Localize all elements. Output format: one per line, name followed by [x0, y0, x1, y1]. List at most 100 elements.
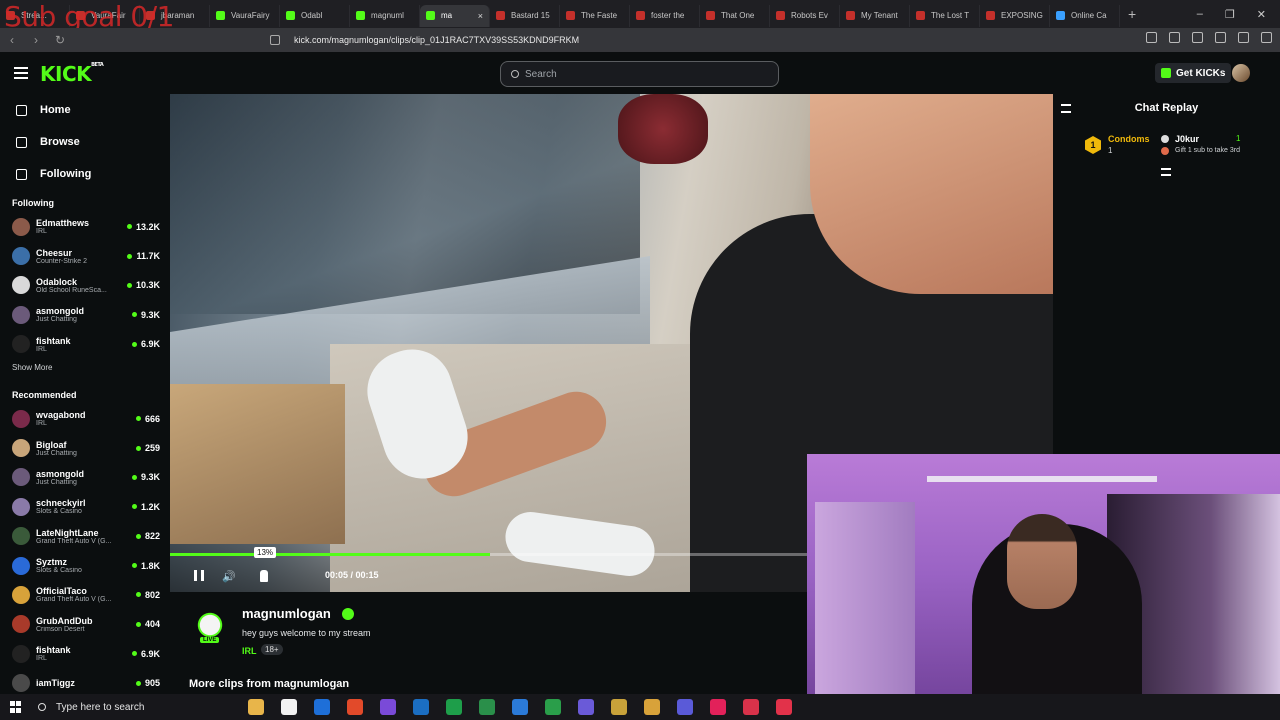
- taskbar-app-icon[interactable]: [644, 699, 660, 715]
- channel-name[interactable]: magnumlogan: [242, 606, 331, 621]
- browser-tab[interactable]: magnuml: [350, 4, 420, 27]
- taskbar-app-icon[interactable]: [314, 699, 330, 715]
- channel-text: schneckyirl Slots & Casino: [36, 498, 132, 515]
- browser-tab[interactable]: EXPOSING: [980, 4, 1050, 27]
- sidebar-channel-fishtank[interactable]: fishtank IRL 6.9K: [0, 639, 170, 668]
- sidebar-channel-asmongold[interactable]: asmongold Just Chatting 9.3K: [0, 300, 170, 329]
- taskbar-app-icon[interactable]: [545, 699, 561, 715]
- taskbar-app-icon[interactable]: [281, 699, 297, 715]
- back-icon[interactable]: ‹: [0, 33, 24, 47]
- sidebar-channel-schneckyirl[interactable]: schneckyirl Slots & Casino 1.2K: [0, 492, 170, 521]
- taskbar-apps: [248, 699, 792, 715]
- maximize-icon[interactable]: ❐: [1225, 8, 1235, 21]
- sidebar-channel-bigloaf[interactable]: Bigloaf Just Chatting 259: [0, 433, 170, 462]
- history-icon[interactable]: [1192, 32, 1203, 43]
- volume-icon[interactable]: 🔊: [222, 570, 236, 583]
- taskbar-app-icon[interactable]: [710, 699, 726, 715]
- hamburger-menu-icon[interactable]: [14, 67, 28, 82]
- sidebar-nav: Home Browse Following: [0, 94, 170, 190]
- taskbar-app-icon[interactable]: [479, 699, 495, 715]
- windows-start-icon[interactable]: [10, 701, 22, 713]
- pinned-user[interactable]: J0kur: [1175, 134, 1199, 144]
- search-input[interactable]: Search: [500, 61, 779, 87]
- get-kicks-button[interactable]: Get KICKs: [1155, 63, 1232, 83]
- forward-icon[interactable]: ›: [24, 33, 48, 47]
- kick-logo[interactable]: KICKBETA: [40, 62, 104, 86]
- extension-icon[interactable]: [1146, 32, 1157, 43]
- browser-tab[interactable]: The Faste: [560, 4, 630, 27]
- close-tab-icon[interactable]: ×: [478, 11, 483, 21]
- volume-slider-handle[interactable]: [260, 570, 268, 582]
- sidebar-nav-following[interactable]: Following: [0, 158, 170, 190]
- gifter-name[interactable]: Condoms: [1108, 134, 1150, 144]
- channel-info: LIVE magnumlogan hey guys welcome to my …: [170, 600, 807, 694]
- browser-tab[interactable]: Odabl: [280, 4, 350, 27]
- new-tab-icon[interactable]: +: [1128, 6, 1136, 22]
- sidebar-channel-wvagabond[interactable]: wvagabond IRL 666: [0, 404, 170, 433]
- browser-tab[interactable]: The Lost T: [910, 4, 980, 27]
- live-dot-icon: [131, 563, 137, 569]
- taskbar-app-icon[interactable]: [611, 699, 627, 715]
- tab-label: EXPOSING: [1001, 11, 1043, 20]
- taskbar-app-icon[interactable]: [248, 699, 264, 715]
- browser-tab[interactable]: My Tenant: [840, 4, 910, 27]
- browser-tab[interactable]: ma ×: [420, 4, 490, 27]
- sidebar-channel-cheesur[interactable]: Cheesur Counter-Strike 2 11.7K: [0, 241, 170, 270]
- taskbar-app-icon[interactable]: [446, 699, 462, 715]
- taskbar-search-input[interactable]: Type here to search: [38, 697, 228, 717]
- browser-tab[interactable]: Bastard 15: [490, 4, 560, 27]
- taskbar-app-icon[interactable]: [677, 699, 693, 715]
- browser-tab[interactable]: That One: [700, 4, 770, 27]
- taskbar-app-icon[interactable]: [743, 699, 759, 715]
- rank-badge: 1: [1085, 136, 1101, 154]
- taskbar-app-icon[interactable]: [413, 699, 429, 715]
- minimize-icon[interactable]: –: [1197, 8, 1203, 21]
- taskbar-app-icon[interactable]: [380, 699, 396, 715]
- taskbar-app-icon[interactable]: [347, 699, 363, 715]
- download-icon[interactable]: [1169, 32, 1180, 43]
- taskbar-app-icon[interactable]: [776, 699, 792, 715]
- browser-tab-strip: Strea... VauraFair jbaraman VauraFairy Odabl…: [0, 0, 1280, 28]
- sidebar-channel-officialtaco[interactable]: OfficialTaco Grand Theft Auto V (G... 802: [0, 580, 170, 609]
- show-more-link[interactable]: Show More: [0, 359, 170, 382]
- sidebar-channel-asmongold[interactable]: asmongold Just Chatting 9.3K: [0, 463, 170, 492]
- sidebar-icon[interactable]: [1215, 32, 1226, 43]
- sidebar-channel-iamtiggz[interactable]: iamTiggz 905: [0, 668, 170, 694]
- sidebar-channel-syztmz[interactable]: Syztmz Slots & Casino 1.8K: [0, 551, 170, 580]
- reload-icon[interactable]: ↻: [48, 33, 72, 47]
- category-link[interactable]: IRL: [242, 646, 257, 656]
- live-dot-icon: [131, 312, 137, 318]
- sidebar-nav-browse[interactable]: Browse: [0, 126, 170, 158]
- viewer-count-text: 905: [144, 678, 160, 689]
- close-window-icon[interactable]: ✕: [1257, 8, 1266, 21]
- taskbar-app-icon[interactable]: [578, 699, 594, 715]
- sidebar-channel-edmatthews[interactable]: Edmatthews IRL 13.2K: [0, 212, 170, 241]
- avatar: [12, 556, 30, 575]
- channel-name: GrubAndDub: [36, 615, 93, 626]
- browser-toolbar-icons: [1146, 32, 1272, 43]
- pause-icon[interactable]: [194, 570, 204, 581]
- tab-favicon-icon: [356, 11, 365, 20]
- taskbar-app-icon[interactable]: [512, 699, 528, 715]
- sidebar-channel-odablock[interactable]: Odablock Old School RuneSca... 10.3K: [0, 271, 170, 300]
- chat-filter-icon[interactable]: [1161, 168, 1171, 176]
- channel-text: asmongold Just Chatting: [36, 469, 132, 486]
- sidebar-channel-grubanddub[interactable]: GrubAndDub Crimson Desert 404: [0, 610, 170, 639]
- sidebar-channel-fishtank[interactable]: fishtank IRL 6.9K: [0, 330, 170, 359]
- browser-tab[interactable]: Online Ca: [1050, 4, 1120, 27]
- sidebar-nav-home[interactable]: Home: [0, 94, 170, 126]
- browser-tab[interactable]: VauraFairy: [210, 4, 280, 27]
- browse-icon: [16, 136, 27, 148]
- url-field[interactable]: kick.com/magnumlogan/clips/clip_01J1RAC7…: [270, 32, 990, 48]
- site-info-icon[interactable]: [270, 35, 280, 45]
- tab-label: Odabl: [301, 11, 323, 20]
- wallet-icon[interactable]: [1238, 32, 1249, 43]
- live-dot-icon: [131, 651, 137, 657]
- menu-icon[interactable]: [1261, 32, 1272, 43]
- user-avatar[interactable]: [1232, 64, 1250, 82]
- browser-tab[interactable]: Robots Ev: [770, 4, 840, 27]
- browser-tab[interactable]: foster the: [630, 4, 700, 27]
- viewer-count: 11.7K: [127, 251, 160, 261]
- channel-category: Just Chatting: [36, 316, 77, 324]
- sidebar-channel-latenightlane[interactable]: LateNightLane Grand Theft Auto V (G... 822: [0, 522, 170, 551]
